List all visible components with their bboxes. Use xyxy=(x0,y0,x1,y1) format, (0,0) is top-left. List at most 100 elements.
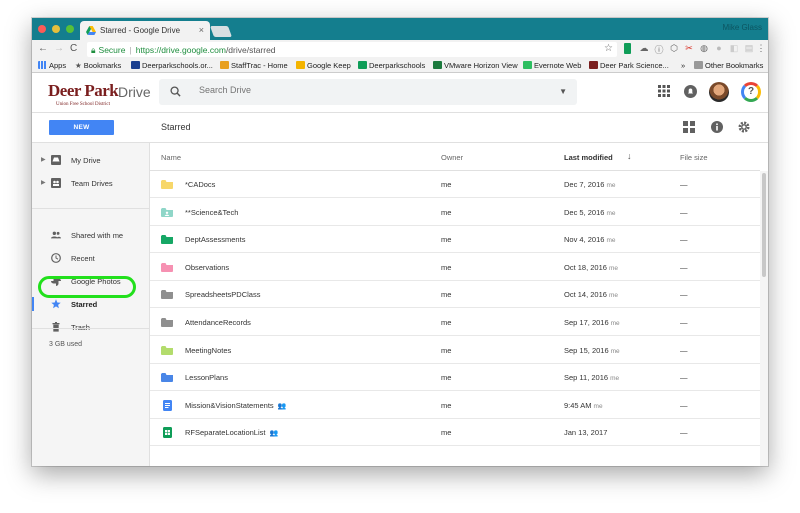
table-row[interactable]: SpreadsheetsPDClass me Oct 14, 2016 me — xyxy=(150,281,760,309)
apps-grid-icon[interactable] xyxy=(658,85,670,97)
help-icon[interactable]: ? xyxy=(741,82,761,102)
folder-icon xyxy=(161,345,173,355)
search-options-dropdown-icon[interactable]: ▼ xyxy=(559,87,567,96)
bookmark-deerparkschools-org[interactable]: Deerparkschools.or... xyxy=(131,61,213,70)
bookmark-other[interactable]: Other Bookmarks xyxy=(694,61,763,70)
avatar[interactable] xyxy=(709,82,729,102)
table-row[interactable]: LessonPlans me Sep 11, 2016 me — xyxy=(150,364,760,392)
column-header-file-size[interactable]: File size xyxy=(680,153,708,162)
file-name[interactable]: Mission&VisionStatements 👥 xyxy=(185,401,286,410)
column-header-name[interactable]: Name xyxy=(161,153,181,162)
file-name[interactable]: RFSeparateLocationList 👥 xyxy=(185,428,278,437)
tab-close-icon[interactable]: × xyxy=(199,25,204,35)
modified-by: me xyxy=(610,320,620,327)
sidebar-item-label: My Drive xyxy=(71,156,101,165)
expand-caret-icon[interactable]: ▶ xyxy=(41,179,46,186)
file-name[interactable]: Observations xyxy=(185,263,229,272)
address-bar[interactable]: 🔒︎ Secure | https://drive.google.com/drive/… xyxy=(87,42,617,57)
bookmark-star-icon[interactable]: ☆ xyxy=(604,43,613,54)
new-button[interactable]: NEW xyxy=(49,120,114,135)
sidebar-item-shared-with-me[interactable]: Shared with me xyxy=(32,225,150,245)
bookmark-deerpark-science[interactable]: Deer Park Science... xyxy=(589,61,669,70)
folder-icon xyxy=(694,61,703,69)
file-name-text: *CADocs xyxy=(185,180,216,189)
table-row[interactable]: DeptAssessments me Nov 4, 2016 me — xyxy=(150,226,760,254)
chrome-menu-icon[interactable]: ⋮ xyxy=(756,43,766,55)
star-icon: ★ xyxy=(75,61,82,70)
browser-tab-drive[interactable]: Starred - Google Drive × xyxy=(80,21,210,40)
school-logo-title[interactable]: Deer Park xyxy=(48,81,119,101)
extension-icon-3[interactable]: ⓘ xyxy=(654,43,664,55)
table-row[interactable]: Observations me Oct 18, 2016 me — xyxy=(150,254,760,281)
bookmark-bookmarks[interactable]: ★ Bookmarks xyxy=(75,61,121,70)
search-box[interactable]: ▼ xyxy=(159,79,577,105)
gear-icon[interactable] xyxy=(738,121,750,133)
search-input[interactable] xyxy=(199,85,499,95)
bookmark-google-keep[interactable]: Google Keep xyxy=(296,61,351,70)
extension-icon-6[interactable]: ◍ xyxy=(699,43,709,55)
table-row[interactable]: **Science&Tech me Dec 5, 2016 me — xyxy=(150,199,760,226)
column-header-last-modified[interactable]: Last modified xyxy=(564,153,613,162)
url-host: https://drive.google.com xyxy=(135,45,226,55)
table-row[interactable]: Mission&VisionStatements 👥 me 9:45 AM me — xyxy=(150,392,760,419)
sidebar-item-my-drive[interactable]: ▶ My Drive xyxy=(32,150,150,170)
file-name[interactable]: AttendanceRecords xyxy=(185,318,251,327)
extension-icon-8[interactable]: ◧ xyxy=(729,43,739,55)
close-window-button[interactable] xyxy=(38,25,46,33)
extension-icon-4[interactable]: ⬡ xyxy=(669,43,679,55)
modified-date: Jan 13, 2017 xyxy=(564,428,608,438)
sort-arrow-icon[interactable]: ↓ xyxy=(627,151,632,161)
bookmark-evernote[interactable]: Evernote Web xyxy=(523,61,581,70)
minimize-window-button[interactable] xyxy=(52,25,60,33)
clock-icon xyxy=(51,253,61,263)
bookmark-label: Deer Park Science... xyxy=(600,61,669,70)
file-name[interactable]: *CADocs xyxy=(185,180,215,189)
sidebar-item-recent[interactable]: Recent xyxy=(32,248,150,268)
extension-icon-5[interactable]: ✂ xyxy=(684,43,694,55)
extension-icon-1[interactable] xyxy=(624,43,631,54)
file-name[interactable]: SpreadsheetsPDClass xyxy=(185,290,260,299)
forward-icon[interactable]: → xyxy=(54,43,64,54)
file-name[interactable]: MeetingNotes xyxy=(185,346,231,355)
back-icon[interactable]: ← xyxy=(38,43,48,54)
scrollbar-thumb[interactable] xyxy=(762,173,766,277)
notifications-icon[interactable] xyxy=(684,85,697,98)
file-name[interactable]: DeptAssessments xyxy=(185,235,245,244)
drive-app-name[interactable]: Drive xyxy=(118,84,151,100)
column-header-owner[interactable]: Owner xyxy=(441,153,463,162)
search-icon[interactable] xyxy=(170,86,181,97)
sidebar-item-team-drives[interactable]: ▶ Team Drives xyxy=(32,173,150,193)
bookmark-label: Bookmarks xyxy=(83,61,122,70)
modified-by: me xyxy=(606,182,616,189)
modified-by: me xyxy=(606,209,616,217)
bookmark-deerparkschools[interactable]: Deerparkschools xyxy=(358,61,425,70)
expand-caret-icon[interactable]: ▶ xyxy=(41,156,46,163)
reload-icon[interactable]: C xyxy=(70,43,77,54)
file-last-modified: Sep 11, 2016 me xyxy=(564,373,619,382)
bookmark-label: Apps xyxy=(49,61,67,70)
sidebar-item-trash[interactable]: Trash xyxy=(32,317,150,337)
file-name[interactable]: LessonPlans xyxy=(185,373,228,382)
bookmark-apps[interactable]: Apps xyxy=(38,61,66,70)
new-tab-button[interactable] xyxy=(209,26,233,37)
table-row[interactable]: AttendanceRecords me Sep 17, 2016 me — xyxy=(150,309,760,336)
table-row[interactable]: *CADocs me Dec 7, 2016 me — xyxy=(150,171,760,198)
maximize-window-button[interactable] xyxy=(66,25,74,33)
bookmark-vmware[interactable]: VMware Horizon View xyxy=(433,61,518,70)
bookmark-stafftrac[interactable]: StaffTrac - Home xyxy=(220,61,288,70)
storage-used[interactable]: 3 GB used xyxy=(49,341,82,348)
profile-name[interactable]: Mike Glass xyxy=(722,23,762,32)
file-name[interactable]: **Science&Tech xyxy=(185,208,238,217)
info-icon[interactable] xyxy=(711,121,723,133)
extension-icon-9[interactable]: ▤ xyxy=(744,43,754,55)
folder-icon xyxy=(161,290,173,300)
grid-view-icon[interactable] xyxy=(683,121,695,133)
extension-icon-7[interactable]: ● xyxy=(714,43,724,55)
bookmarks-overflow-button[interactable]: » xyxy=(681,61,685,70)
column-headers: Name Owner Last modified ↓ File size xyxy=(150,143,760,171)
tab-strip: Starred - Google Drive × Mike Glass xyxy=(32,18,768,40)
table-row[interactable]: MeetingNotes me Sep 15, 2016 me — xyxy=(150,337,760,364)
trash-icon xyxy=(52,322,60,332)
table-row[interactable]: RFSeparateLocationList 👥 me Jan 13, 2017 — xyxy=(150,419,760,447)
extension-icon-2[interactable]: ☁ xyxy=(639,43,649,55)
